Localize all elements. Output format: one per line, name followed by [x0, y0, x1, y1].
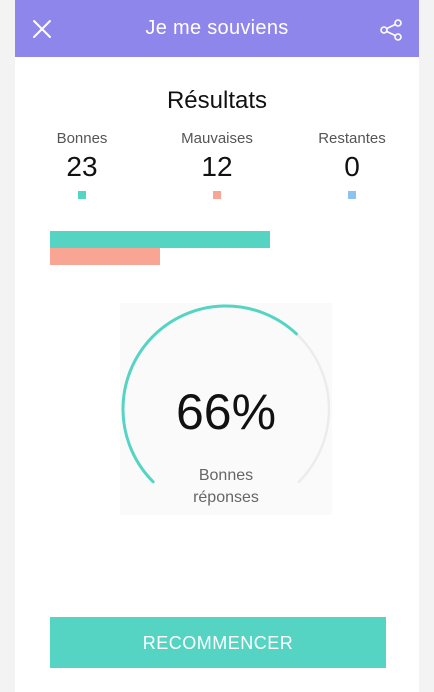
- good-answers-bar: [50, 231, 270, 248]
- score-caption-line1: Bonnes: [198, 467, 254, 484]
- stat-remaining-color-dot: [348, 191, 356, 199]
- score-caption: Bonnes réponses: [120, 465, 332, 509]
- restart-button[interactable]: RECOMMENCER: [50, 617, 386, 668]
- results-screen: Je me souviens Résultats Bonnes 23 Mauva…: [15, 0, 419, 692]
- stat-remaining-label: Restantes: [318, 130, 386, 147]
- stat-good-color-dot: [78, 191, 86, 199]
- stat-bad-label: Mauvaises: [181, 130, 253, 147]
- stat-remaining: Restantes 0: [297, 130, 407, 199]
- score-percent: 66%: [175, 384, 277, 440]
- stat-remaining-value: 0: [344, 151, 360, 182]
- score-gauge: 66% Bonnes réponses: [120, 303, 332, 515]
- stat-good-value: 23: [66, 151, 98, 182]
- stat-bad-color-dot: [213, 191, 221, 199]
- stat-bad-value: 12: [201, 151, 233, 182]
- bad-answers-bar: [50, 248, 160, 265]
- stat-good-label: Bonnes: [56, 130, 108, 147]
- app-title: Je me souviens: [145, 17, 289, 39]
- score-caption-line2: réponses: [193, 489, 259, 506]
- top-bar: Je me souviens: [15, 0, 419, 57]
- share-icon[interactable]: [379, 18, 403, 42]
- results-title: Résultats: [166, 87, 268, 114]
- stat-bad: Mauvaises 12: [162, 130, 272, 199]
- stat-good: Bonnes 23: [27, 130, 137, 199]
